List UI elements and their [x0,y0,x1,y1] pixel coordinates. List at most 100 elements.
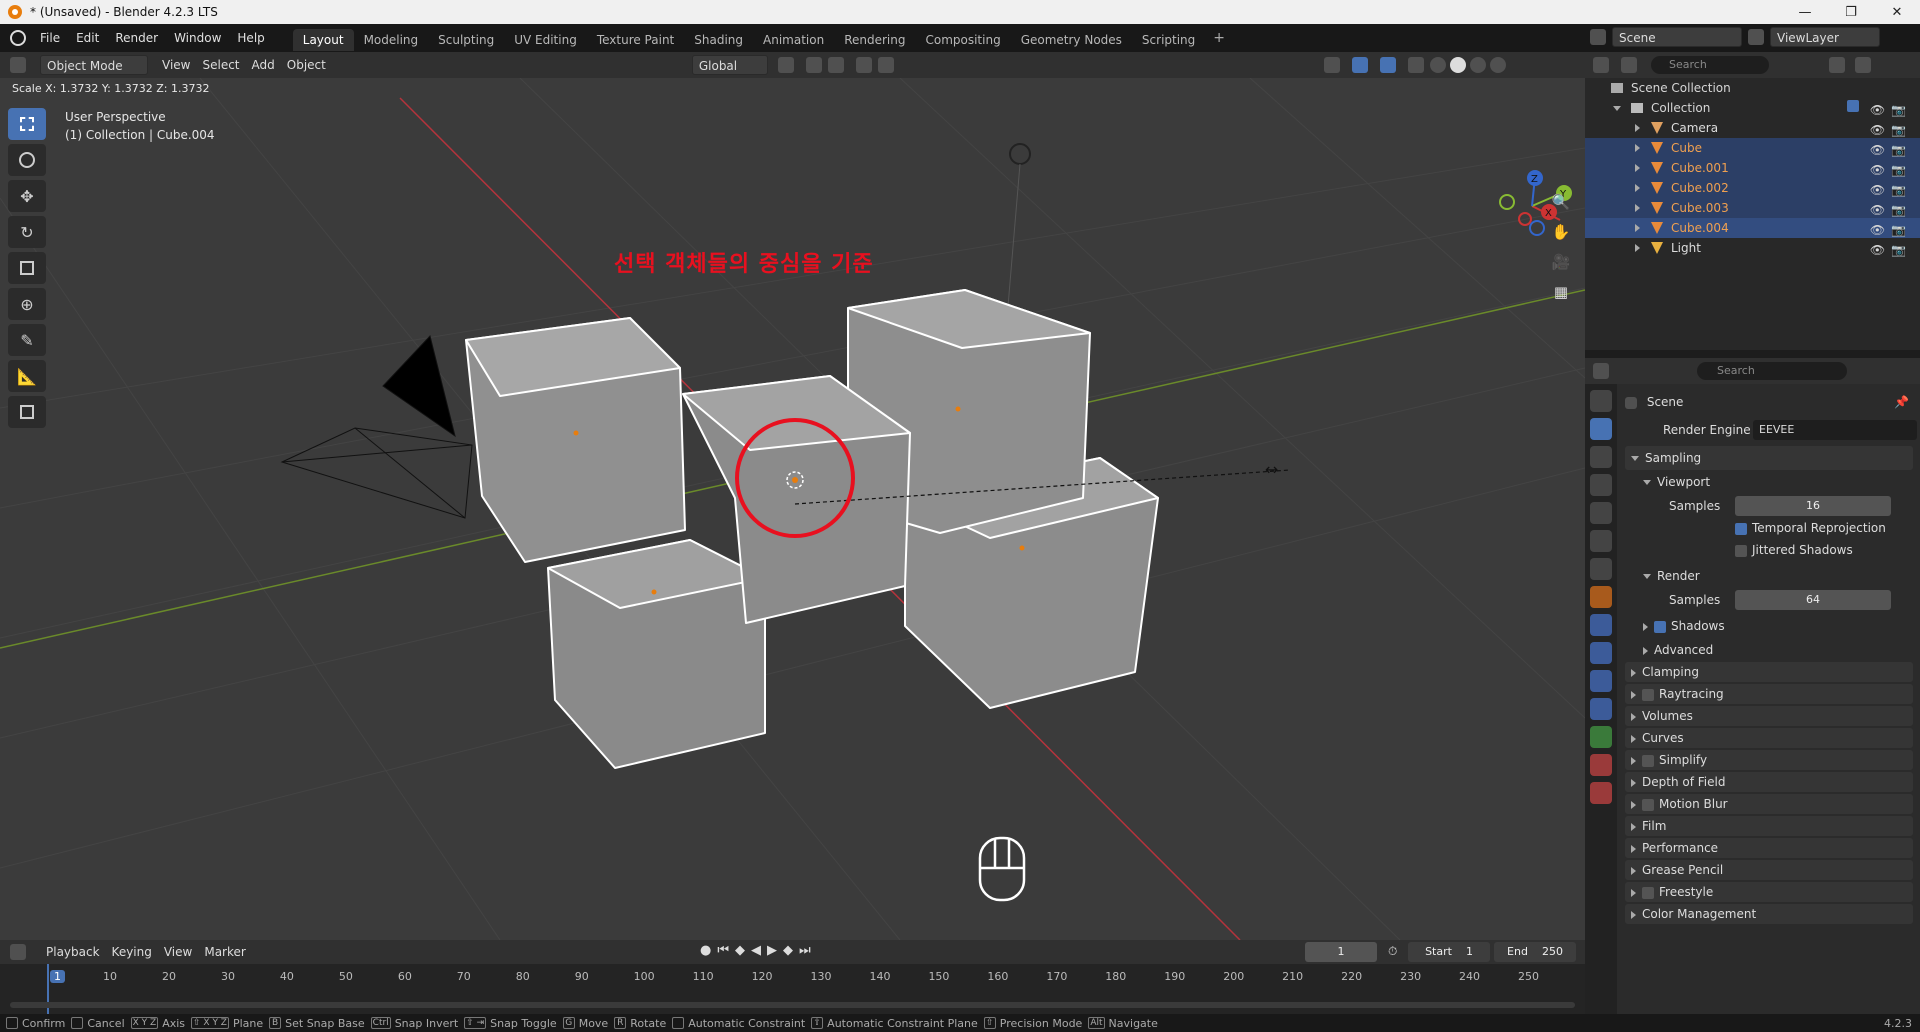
blender-menu-icon[interactable] [10,30,26,46]
world-tab-icon[interactable] [1590,530,1612,552]
expand-icon[interactable] [1635,244,1640,252]
expand-icon[interactable] [1635,164,1640,172]
tab-modeling[interactable]: Modeling [354,29,429,51]
jump-start-icon[interactable]: ⏮ [717,943,729,958]
menu-keying[interactable]: Keying [106,942,158,962]
panel-freestyle[interactable]: Freestyle [1625,882,1913,902]
advanced-subpanel-header[interactable]: Advanced [1625,638,1913,662]
snap-target-icon[interactable] [827,57,844,73]
tab-rendering[interactable]: Rendering [834,29,915,51]
proportional-edit-icon[interactable] [855,57,872,73]
end-frame-field[interactable]: End 250 [1494,942,1576,962]
add-workspace-icon[interactable]: + [1205,30,1233,46]
tab-scripting[interactable]: Scripting [1132,29,1205,51]
checkbox-icon[interactable] [1642,754,1654,767]
outliner-item-cube-003[interactable]: Cube.003 👁 📷 [1585,198,1920,218]
menu-select[interactable]: Select [196,55,245,75]
checkbox-icon[interactable] [1642,798,1654,811]
viewport-samples-field[interactable]: 16 [1735,496,1891,516]
jittered-shadows-row[interactable]: Jittered Shadows [1625,538,1913,562]
render-samples-field[interactable]: 64 [1735,590,1891,610]
panel-depth-of-field[interactable]: Depth of Field [1625,772,1913,792]
panel-volumes[interactable]: Volumes [1625,706,1913,726]
menu-window[interactable]: Window [166,24,229,52]
render-tab-icon[interactable] [1590,418,1612,440]
transform-tool[interactable]: ⊕ [8,288,46,320]
minimize-icon[interactable]: — [1782,0,1828,24]
gizmo-toggle-icon[interactable] [1351,57,1368,73]
filter-icon[interactable] [1829,57,1845,73]
xray-icon[interactable] [1407,57,1424,73]
scale-tool[interactable] [8,252,46,284]
panel-clamping[interactable]: Clamping [1625,662,1913,682]
timeline-editor-icon[interactable] [10,944,26,960]
outliner-editor-icon[interactable] [1593,57,1609,73]
pivot-point-icon[interactable] [777,57,794,73]
tab-uv-editing[interactable]: UV Editing [504,29,587,51]
pan-hand-icon[interactable]: ✋ [1547,218,1575,246]
collection-tab-icon[interactable] [1590,558,1612,580]
current-frame-field[interactable]: 1 [1305,942,1377,962]
add-cube-tool[interactable] [8,396,46,428]
viewlayer-selector[interactable]: ViewLayer [1770,27,1880,47]
material-shading-icon[interactable] [1469,57,1486,73]
data-tab-icon[interactable] [1590,726,1612,748]
scene-selector-icon[interactable] [1590,29,1606,45]
camera-view-icon[interactable]: 🎥 [1547,248,1575,276]
eye-icon[interactable]: 👁 [1870,160,1885,180]
menu-file[interactable]: File [32,24,68,52]
eye-icon[interactable]: 👁 [1870,200,1885,220]
eye-icon[interactable]: 👁 [1870,140,1885,160]
measure-tool[interactable]: 📐 [8,360,46,392]
record-icon[interactable]: ● [700,943,711,958]
camera-render-icon[interactable]: 📷 [1891,220,1906,240]
transform-orientation-dropdown[interactable]: Global [691,55,768,75]
menu-timeline-view[interactable]: View [158,942,198,962]
cursor-tool[interactable] [8,144,46,176]
outliner-search-input[interactable]: Search [1651,56,1769,74]
3d-viewport[interactable]: ↔ X Y Z Scale X: 1.3732 Y: 1.3732 Z: 1.3… [0,78,1585,940]
eye-icon[interactable]: 👁 [1870,120,1885,140]
pin-icon[interactable]: 📌 [1894,390,1909,414]
render-engine-dropdown[interactable]: EEVEE [1753,420,1917,440]
outliner-scene-collection[interactable]: Scene Collection [1585,78,1920,98]
tool-tab-icon[interactable] [1590,390,1612,412]
scene-selector[interactable]: Scene [1612,27,1742,47]
cube-group[interactable] [465,289,1159,769]
panel-grease-pencil[interactable]: Grease Pencil [1625,860,1913,880]
properties-search-input[interactable]: Search [1697,362,1847,380]
new-collection-icon[interactable] [1855,57,1871,73]
menu-render[interactable]: Render [107,24,166,52]
play-reverse-icon[interactable]: ◀ [751,943,761,958]
tab-sculpting[interactable]: Sculpting [428,29,504,51]
expand-icon[interactable] [1613,106,1621,111]
wireframe-shading-icon[interactable] [1429,57,1446,73]
zoom-icon[interactable]: 🔍 [1547,188,1575,216]
rendered-shading-icon[interactable] [1489,57,1506,73]
checkbox-icon[interactable] [1846,100,1859,112]
tab-animation[interactable]: Animation [753,29,834,51]
timeline[interactable]: 1 10 20 30 40 50 60 70 80 90 100 110 120 130 140 150 160… [0,964,1585,1014]
temporal-reprojection-row[interactable]: Temporal Reprojection [1625,516,1913,540]
menu-add[interactable]: Add [246,55,281,75]
texture-tab-icon[interactable] [1590,782,1612,804]
tab-texture-paint[interactable]: Texture Paint [587,29,684,51]
panel-film[interactable]: Film [1625,816,1913,836]
viewlayer-icon[interactable] [1748,29,1764,45]
tab-compositing[interactable]: Compositing [915,29,1010,51]
camera-object[interactable] [280,334,473,519]
eye-icon[interactable]: 👁 [1870,220,1885,240]
material-tab-icon[interactable] [1590,754,1612,776]
menu-object[interactable]: Object [281,55,332,75]
outliner-item-camera[interactable]: Camera 👁 📷 [1585,118,1920,138]
viewport-subpanel-header[interactable]: Viewport [1625,470,1913,494]
panel-simplify[interactable]: Simplify [1625,750,1913,770]
eye-icon[interactable]: 👁 [1870,100,1885,120]
checkbox-icon[interactable] [1642,688,1654,701]
tab-shading[interactable]: Shading [684,29,753,51]
expand-icon[interactable] [1635,184,1640,192]
play-icon[interactable]: ▶ [767,943,777,958]
view-layer-tab-icon[interactable] [1590,474,1612,496]
next-keyframe-icon[interactable]: ◆ [783,943,793,958]
outliner-item-cube-004[interactable]: Cube.004 👁 📷 [1585,218,1920,238]
